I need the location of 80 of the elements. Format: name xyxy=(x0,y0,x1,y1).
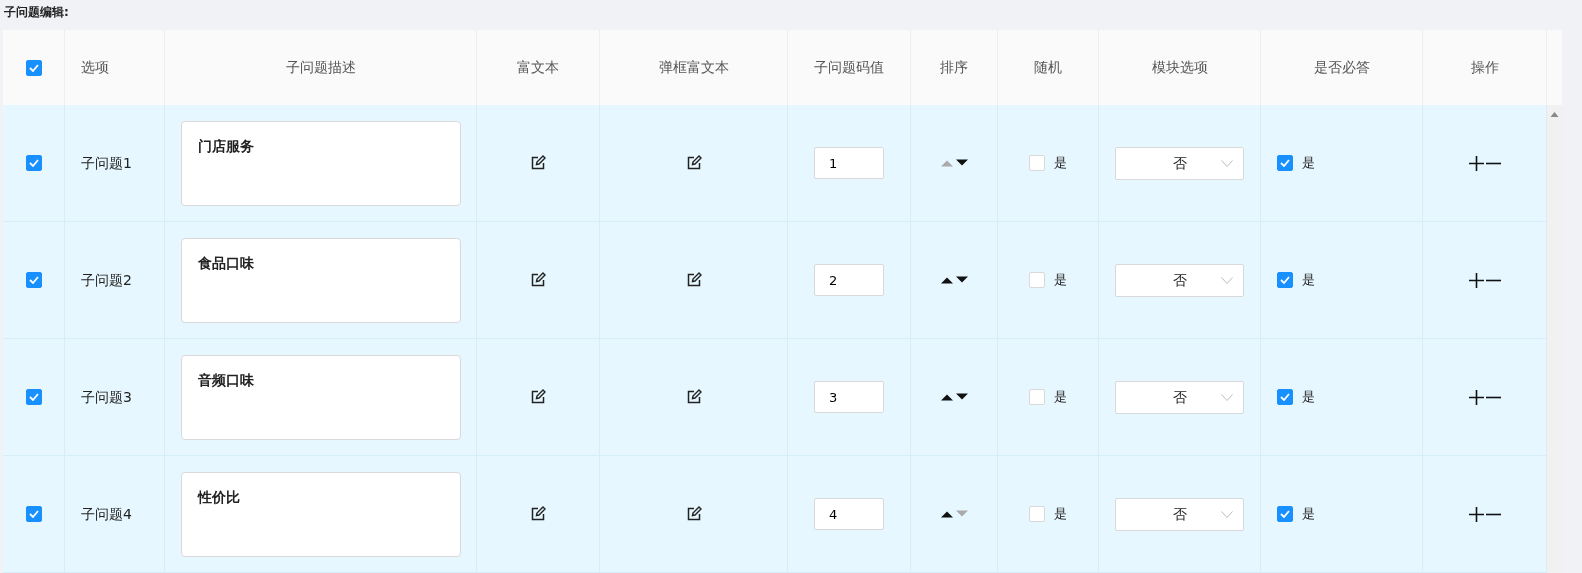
checkbox-label: 是 xyxy=(1302,271,1315,290)
sort-up-icon[interactable] xyxy=(940,393,953,401)
sort-up-icon[interactable] xyxy=(940,510,953,518)
column-header: 子问题码值 xyxy=(814,58,884,77)
option-label: 子问题2 xyxy=(81,270,132,290)
checkbox[interactable] xyxy=(1277,389,1293,405)
plus-icon[interactable] xyxy=(1468,272,1484,288)
code-input[interactable]: 2 xyxy=(814,264,884,296)
checkmark-icon xyxy=(1280,393,1290,401)
description-field[interactable]: 性价比 xyxy=(180,471,461,557)
checkmark-icon xyxy=(28,159,39,167)
checkbox-label: 是 xyxy=(1054,154,1067,173)
column-header: 弹框富文本 xyxy=(658,58,729,77)
module-select[interactable]: 否 xyxy=(1115,380,1244,414)
minus-icon[interactable] xyxy=(1485,161,1501,165)
checkbox[interactable] xyxy=(25,59,42,76)
checkmark-icon xyxy=(1280,159,1290,167)
column-header: 富文本 xyxy=(517,58,559,77)
column-header: 排序 xyxy=(940,58,968,77)
code-input[interactable]: 4 xyxy=(814,498,884,530)
description-field[interactable]: 食品口味 xyxy=(180,237,461,323)
module-select[interactable]: 否 xyxy=(1115,146,1244,180)
checkmark-icon xyxy=(28,393,39,401)
edit-icon[interactable] xyxy=(685,389,702,405)
column-header: 模块选项 xyxy=(1151,58,1208,77)
checkbox-label: 是 xyxy=(1302,505,1315,524)
chevron-down-icon xyxy=(1221,510,1233,518)
column-header: 操作 xyxy=(1470,58,1499,77)
column-header: 是否必答 xyxy=(1313,58,1370,77)
checkmark-icon xyxy=(28,276,39,284)
checkbox[interactable] xyxy=(1277,506,1293,522)
column-header: 随机 xyxy=(1034,58,1062,77)
edit-icon[interactable] xyxy=(530,389,546,405)
module-select[interactable]: 否 xyxy=(1115,263,1244,297)
section-title: 子问题编辑: xyxy=(3,4,70,21)
edit-icon[interactable] xyxy=(685,155,702,171)
plus-icon[interactable] xyxy=(1468,506,1484,522)
edit-icon[interactable] xyxy=(530,506,546,522)
checkbox[interactable] xyxy=(1277,272,1293,288)
chevron-down-icon xyxy=(1221,159,1233,167)
description-field[interactable]: 音频口味 xyxy=(180,354,461,440)
checkbox[interactable] xyxy=(25,155,42,171)
edit-icon[interactable] xyxy=(530,272,546,288)
checkmark-icon xyxy=(28,63,39,72)
checkmark-icon xyxy=(1280,276,1290,284)
sort-down-icon[interactable] xyxy=(955,276,968,284)
edit-icon[interactable] xyxy=(685,272,702,288)
sort-up-icon[interactable] xyxy=(940,276,953,284)
chevron-down-icon xyxy=(1221,276,1233,284)
checkbox[interactable] xyxy=(1277,155,1293,171)
description-field[interactable]: 门店服务 xyxy=(180,120,461,206)
plus-icon[interactable] xyxy=(1468,155,1484,171)
checkmark-icon xyxy=(1280,510,1290,518)
checkbox-label: 是 xyxy=(1302,154,1315,173)
option-label: 子问题1 xyxy=(81,153,132,173)
minus-icon[interactable] xyxy=(1485,395,1501,399)
scrollbar[interactable] xyxy=(1547,105,1562,573)
column-header: 子问题描述 xyxy=(285,58,356,77)
edit-icon[interactable] xyxy=(685,506,702,522)
checkbox-label: 是 xyxy=(1302,388,1315,407)
checkbox[interactable] xyxy=(25,506,42,522)
edit-icon[interactable] xyxy=(530,155,546,171)
checkmark-icon xyxy=(28,510,39,518)
option-label: 子问题4 xyxy=(81,504,132,524)
module-select[interactable]: 否 xyxy=(1115,497,1244,531)
sort-down-icon[interactable] xyxy=(955,393,968,401)
checkbox[interactable] xyxy=(25,389,42,405)
minus-icon[interactable] xyxy=(1485,512,1501,516)
checkbox-label: 是 xyxy=(1054,505,1067,524)
option-label: 子问题3 xyxy=(81,387,132,407)
checkbox-label: 是 xyxy=(1054,271,1067,290)
sort-down-icon[interactable] xyxy=(955,159,968,167)
code-input[interactable]: 1 xyxy=(814,147,884,179)
plus-icon[interactable] xyxy=(1468,389,1484,405)
checkbox-label: 是 xyxy=(1054,388,1067,407)
checkbox[interactable] xyxy=(25,272,42,288)
code-input[interactable]: 3 xyxy=(814,381,884,413)
chevron-down-icon xyxy=(1221,393,1233,401)
minus-icon[interactable] xyxy=(1485,278,1501,282)
column-header: 选项 xyxy=(81,58,109,77)
